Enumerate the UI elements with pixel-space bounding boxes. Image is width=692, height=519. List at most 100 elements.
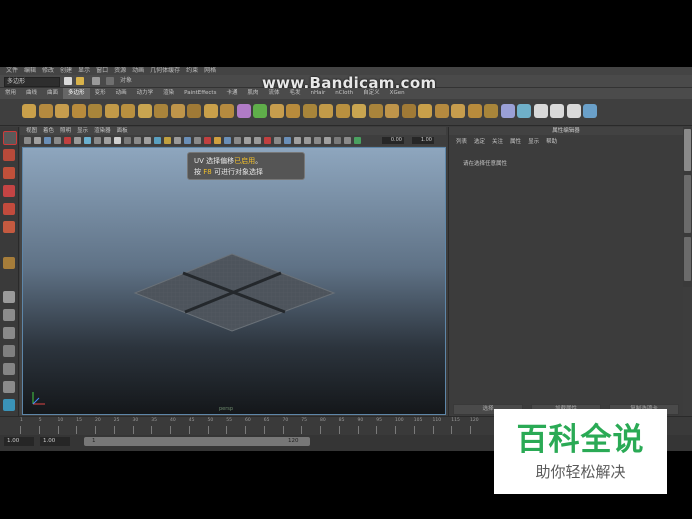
current-time-field[interactable]: 1.00 [40, 437, 70, 446]
viewport-toolbar-icon[interactable] [174, 137, 181, 144]
shelf-tool-icon[interactable] [418, 104, 432, 118]
viewport-toolbar-icon[interactable] [224, 137, 231, 144]
shelf-tool-icon[interactable] [302, 104, 317, 118]
shelf-tool-icon[interactable] [22, 104, 36, 118]
shelf-tab[interactable]: 变形 [90, 88, 111, 99]
shelf-tool-icon[interactable] [71, 104, 86, 118]
viewport-toolbar-icon[interactable] [354, 137, 361, 144]
range-slider[interactable]: 1 120 [84, 437, 310, 446]
shelf-tab[interactable]: 卡通 [221, 88, 242, 99]
menu-item[interactable]: 几何体缓存 [150, 67, 180, 74]
last-tool-icon[interactable] [3, 257, 15, 269]
layout-hypershade-icon[interactable] [3, 399, 15, 411]
viewport-toolbar-icon[interactable] [124, 137, 131, 144]
exposure-field[interactable]: 0.00 [382, 137, 404, 144]
viewport-menu-item[interactable]: 着色 [43, 128, 54, 134]
shelf-tab[interactable]: nCloth [330, 88, 358, 99]
shelf-tool-icon[interactable] [236, 104, 251, 118]
viewport-menu-item[interactable]: 渲染器 [94, 128, 111, 134]
shelf-tab[interactable]: 曲线 [21, 88, 42, 99]
shelf-tool-icon[interactable] [352, 104, 366, 118]
shelf-tool-icon[interactable] [121, 104, 135, 118]
attribute-menu-item[interactable]: 帮助 [546, 139, 557, 145]
viewport-toolbar-icon[interactable] [24, 137, 31, 144]
shelf-tool-icon[interactable] [385, 104, 399, 118]
viewport-toolbar-icon[interactable] [74, 137, 81, 144]
attribute-menu-item[interactable]: 属性 [510, 139, 521, 145]
new-scene-icon[interactable] [64, 77, 72, 85]
menu-item[interactable]: 窗口 [96, 67, 108, 74]
shelf-tab[interactable]: 多边形 [63, 88, 90, 99]
viewport-toolbar-icon[interactable] [344, 137, 351, 144]
shelf-tab[interactable]: 自定义 [358, 88, 385, 99]
viewport-toolbar-icon[interactable] [304, 137, 311, 144]
shelf-tool-icon[interactable] [566, 104, 581, 118]
viewport-toolbar-icon[interactable] [274, 137, 281, 144]
menu-item[interactable]: 显示 [78, 67, 90, 74]
paint-select-icon[interactable] [3, 167, 15, 179]
layout-single-icon[interactable] [3, 291, 15, 303]
attribute-menu-item[interactable]: 选定 [474, 139, 485, 145]
shelf-tool-icon[interactable] [269, 104, 284, 118]
side-tab-attribute-editor[interactable] [684, 175, 691, 233]
viewport-toolbar-icon[interactable] [84, 137, 91, 144]
viewport-menu-item[interactable]: 照明 [60, 128, 71, 134]
shelf-tab[interactable]: 渲染 [158, 88, 179, 99]
shelf-tool-icon[interactable] [451, 104, 465, 118]
lasso-tool-icon[interactable] [3, 149, 15, 161]
viewport-toolbar-icon[interactable] [324, 137, 331, 144]
shelf-tool-icon[interactable] [319, 104, 333, 118]
start-time-field[interactable]: 1.00 [4, 437, 34, 446]
viewport-toolbar-icon[interactable] [284, 137, 291, 144]
shelf-tool-icon[interactable] [220, 104, 234, 118]
viewport-toolbar-icon[interactable] [44, 137, 51, 144]
viewport-menu-item[interactable]: 面板 [117, 128, 128, 134]
layout-four-icon[interactable] [3, 309, 15, 321]
viewport-toolbar-icon[interactable] [114, 137, 121, 144]
shelf-tool-icon[interactable] [286, 104, 300, 118]
attribute-menu-item[interactable]: 列表 [456, 139, 467, 145]
attribute-menu-item[interactable]: 关注 [492, 139, 503, 145]
shelf-tool-icon[interactable] [154, 104, 168, 118]
viewport-toolbar-icon[interactable] [134, 137, 141, 144]
shelf-tool-icon[interactable] [434, 104, 449, 118]
menu-item[interactable]: 创建 [60, 67, 72, 74]
shelf-tab[interactable]: 肌肉 [242, 88, 263, 99]
open-scene-icon[interactable] [76, 77, 84, 85]
shelf-tool-icon[interactable] [137, 104, 152, 118]
viewport-toolbar-icon[interactable] [184, 137, 191, 144]
shelf-tool-icon[interactable] [187, 104, 201, 118]
menu-item[interactable]: 修改 [42, 67, 54, 74]
perspective-viewport[interactable]: UV 选择偏移已启用。 按 F8 可进行对象选择 persp [22, 147, 446, 415]
shelf-tab[interactable]: 常用 [0, 88, 21, 99]
viewport-toolbar-icon[interactable] [94, 137, 101, 144]
menu-item[interactable]: 约束 [186, 67, 198, 74]
viewport-toolbar-icon[interactable] [154, 137, 161, 144]
viewport-toolbar-icon[interactable] [104, 137, 111, 144]
menu-item[interactable]: 网格 [204, 67, 216, 74]
shelf-tab[interactable]: nHair [306, 88, 331, 99]
scale-tool-icon[interactable] [3, 221, 15, 233]
viewport-toolbar-icon[interactable] [334, 137, 341, 144]
side-tab-tool-settings[interactable] [684, 237, 691, 281]
shelf-tool-icon[interactable] [170, 104, 185, 118]
viewport-toolbar-icon[interactable] [314, 137, 321, 144]
viewport-toolbar-icon[interactable] [264, 137, 271, 144]
viewport-toolbar-icon[interactable] [244, 137, 251, 144]
shelf-tool-icon[interactable] [401, 104, 416, 118]
viewport-toolbar-icon[interactable] [294, 137, 301, 144]
side-tab-channel-box[interactable] [684, 129, 691, 171]
layout-side-icon[interactable] [3, 327, 15, 339]
shelf-tool-icon[interactable] [55, 104, 69, 118]
menu-set-select[interactable]: 多边形 [4, 77, 60, 87]
layout-persp-icon[interactable] [3, 345, 15, 357]
shelf-tool-icon[interactable] [517, 104, 531, 118]
shelf-tool-icon[interactable] [583, 104, 597, 118]
menu-item[interactable]: 动画 [132, 67, 144, 74]
shelf-tab[interactable]: 流体 [263, 88, 284, 99]
layout-graph-icon[interactable] [3, 381, 15, 393]
viewport-menu-item[interactable]: 显示 [77, 128, 88, 134]
viewport-toolbar-icon[interactable] [64, 137, 71, 144]
viewport-toolbar-icon[interactable] [164, 137, 171, 144]
rotate-tool-icon[interactable] [3, 203, 15, 215]
